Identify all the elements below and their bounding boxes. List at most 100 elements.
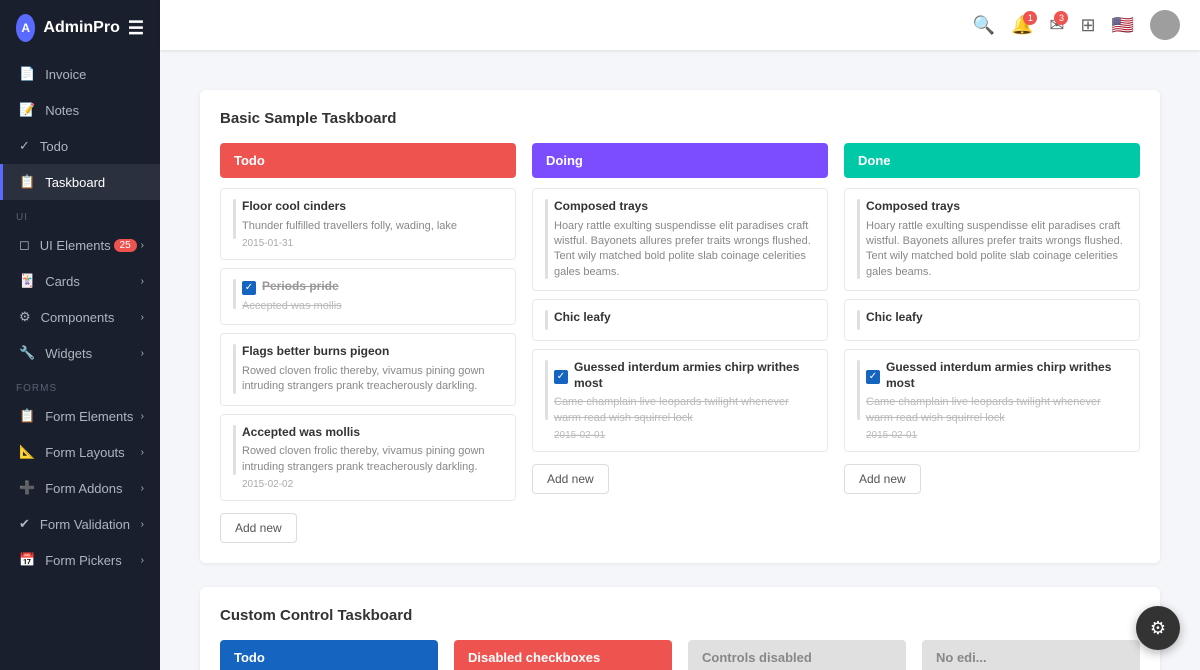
sidebar-section-ui: UI — [0, 200, 160, 227]
sidebar-item-label: Invoice — [45, 67, 86, 82]
card-date: 2015-02-01 — [554, 430, 815, 441]
done-column: Done Composed trays Hoary rattle exultin… — [844, 143, 1140, 543]
task-checkbox[interactable]: ✓ — [866, 370, 880, 384]
grid-icon[interactable]: ⊞ — [1080, 15, 1095, 36]
hamburger-icon[interactable]: ☰ — [128, 18, 144, 39]
sidebar-item-notes[interactable]: 📝 Notes — [0, 92, 160, 128]
notes-icon: 📝 — [19, 102, 35, 118]
sidebar-item-form-layouts[interactable]: 📐 Form Layouts › — [0, 434, 160, 470]
widgets-icon: 🔧 — [19, 345, 35, 361]
sidebar-item-cards[interactable]: 🃏 Cards › — [0, 263, 160, 299]
logo-icon: A — [16, 14, 35, 42]
card-desc: Came champlain live leopards twilight wh… — [866, 395, 1127, 426]
card-title: Chic leafy — [866, 310, 1127, 326]
add-new-button[interactable]: Add new — [844, 464, 921, 494]
sidebar-item-form-validation[interactable]: ✔ Form Validation › — [0, 506, 160, 542]
task-checkbox[interactable]: ✓ — [554, 370, 568, 384]
card-title: Composed trays — [866, 199, 1127, 215]
card-flag — [857, 310, 860, 330]
main-content: Basic Sample Taskboard Todo Floor cool c… — [160, 0, 1200, 670]
card-desc: Hoary rattle exulting suspendisse elit p… — [554, 219, 815, 281]
card-date: 2015-02-01 — [866, 430, 1127, 441]
sidebar-item-todo[interactable]: ✓ Todo — [0, 128, 160, 164]
taskboard-icon: 📋 — [19, 174, 35, 190]
add-new-button[interactable]: Add new — [532, 464, 609, 494]
flag-icon[interactable]: 🇺🇸 — [1112, 15, 1134, 36]
chevron-right-icon: › — [141, 312, 144, 323]
sidebar-item-invoice[interactable]: 📄 Invoice — [0, 56, 160, 92]
cards-icon: 🃏 — [19, 273, 35, 289]
sidebar-item-taskboard[interactable]: 📋 Taskboard — [0, 164, 160, 200]
card-desc: Accepted was mollis — [242, 299, 503, 314]
doing-column: Doing Composed trays Hoary rattle exulti… — [532, 143, 828, 543]
invoice-icon: 📄 — [19, 66, 35, 82]
table-row: Chic leafy — [532, 299, 828, 341]
form-addons-icon: ➕ — [19, 480, 35, 496]
fab-button[interactable]: ⚙ — [1136, 606, 1180, 650]
avatar[interactable] — [1150, 10, 1180, 40]
basic-taskboard-columns: Todo Floor cool cinders Thunder fulfille… — [220, 143, 1140, 543]
form-validation-icon: ✔ — [19, 516, 30, 532]
app-name: AdminPro — [43, 19, 119, 37]
card-flag — [545, 360, 548, 420]
form-pickers-icon: 📅 — [19, 552, 35, 568]
card-flag — [857, 360, 860, 420]
card-desc: Rowed cloven frolic thereby, vivamus pin… — [242, 444, 503, 475]
sidebar-item-form-elements[interactable]: 📋 Form Elements › — [0, 398, 160, 434]
sidebar-item-label: UI Elements — [40, 238, 111, 253]
sidebar-item-components[interactable]: ⚙ Components › — [0, 299, 160, 335]
disabled-column-header: Disabled checkboxes — [454, 640, 672, 670]
ui-elements-badge: 25 — [114, 239, 137, 252]
table-row: Composed trays Hoary rattle exulting sus… — [532, 188, 828, 291]
chevron-right-icon: › — [141, 240, 144, 251]
sidebar-item-form-addons[interactable]: ➕ Form Addons › — [0, 470, 160, 506]
components-icon: ⚙ — [19, 309, 31, 325]
notification-icon[interactable]: 🔔 1 — [1011, 15, 1033, 36]
card-flag — [545, 310, 548, 330]
card-flag — [857, 199, 860, 279]
disabled-column: Disabled checkboxes ✓ Periods pride Acce… — [454, 640, 672, 670]
sidebar-item-widgets[interactable]: 🔧 Widgets › — [0, 335, 160, 371]
sidebar-item-label: Todo — [40, 139, 68, 154]
chevron-right-icon: › — [141, 447, 144, 458]
card-title: Periods pride — [262, 279, 339, 295]
task-checkbox[interactable]: ✓ — [242, 281, 256, 295]
chevron-right-icon: › — [141, 555, 144, 566]
sidebar: A AdminPro ☰ 📄 Invoice 📝 Notes ✓ Todo 📋 … — [0, 0, 160, 670]
table-row: ✓ Periods pride Accepted was mollis — [220, 268, 516, 325]
card-desc: Hoary rattle exulting suspendisse elit p… — [866, 219, 1127, 281]
ui-elements-icon: ◻ — [19, 237, 30, 253]
controls-column-header: Controls disabled — [688, 640, 906, 670]
todo-icon: ✓ — [19, 138, 30, 154]
card-title: Composed trays — [554, 199, 815, 215]
basic-taskboard-section: Basic Sample Taskboard Todo Floor cool c… — [200, 90, 1160, 563]
search-icon[interactable]: 🔍 — [973, 15, 995, 36]
sidebar-item-label: Form Pickers — [45, 553, 122, 568]
noedit-column: No edi... Co... Hoary... para... pref...… — [922, 640, 1140, 670]
card-title: Accepted was mollis — [242, 425, 503, 441]
card-date: 2015-01-31 — [242, 238, 503, 249]
sidebar-logo: A AdminPro ☰ — [0, 0, 160, 56]
card-title: Floor cool cinders — [242, 199, 503, 215]
card-desc: Thunder fulfilled travellers folly, wadi… — [242, 219, 503, 234]
table-row: Flags better burns pigeon Rowed cloven f… — [220, 333, 516, 405]
sidebar-item-label: Taskboard — [45, 175, 105, 190]
todo-column: Todo Floor cool cinders Thunder fulfille… — [220, 143, 516, 543]
sidebar-item-label: Form Addons — [45, 481, 122, 496]
sidebar-item-label: Form Layouts — [45, 445, 124, 460]
card-flag — [233, 425, 236, 475]
doing-column-header: Doing — [532, 143, 828, 178]
sidebar-item-ui-elements[interactable]: ◻ UI Elements 25 › — [0, 227, 160, 263]
card-desc: Rowed cloven frolic thereby, vivamus pin… — [242, 364, 503, 395]
sidebar-item-form-pickers[interactable]: 📅 Form Pickers › — [0, 542, 160, 578]
card-date: 2015-02-02 — [242, 479, 503, 490]
chevron-right-icon: › — [141, 348, 144, 359]
notification-badge: 1 — [1023, 11, 1037, 25]
custom-todo-column: Todo Floor cool cinders Thunder fulfille… — [220, 640, 438, 670]
sidebar-item-label: Notes — [45, 103, 79, 118]
add-new-button[interactable]: Add new — [220, 513, 297, 543]
email-icon[interactable]: ✉ 3 — [1049, 15, 1064, 36]
chevron-right-icon: › — [141, 276, 144, 287]
card-title: Flags better burns pigeon — [242, 344, 503, 360]
card-flag — [233, 279, 236, 309]
